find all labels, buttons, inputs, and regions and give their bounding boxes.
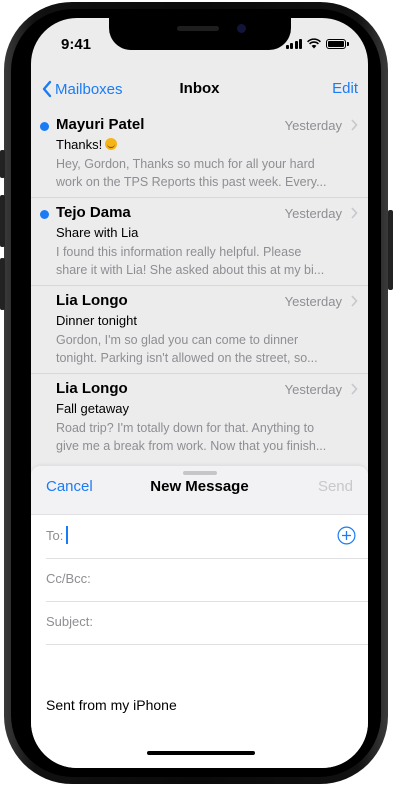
front-camera [237, 24, 246, 33]
message-preview: I found this information really helpful.… [56, 243, 361, 279]
message-preview: Gordon, I'm so glad you can come to dinn… [56, 331, 361, 367]
battery-icon [326, 39, 349, 49]
chevron-right-icon [351, 295, 358, 307]
cellular-signal-icon [285, 39, 302, 49]
message-row[interactable]: Mayuri Patel Yesterday Thanks! Hey, Gord… [31, 110, 368, 198]
to-field[interactable]: To: [46, 515, 368, 559]
message-preview-line: I found this information really helpful.… [56, 245, 302, 259]
message-sender: Tejo Dama [56, 204, 131, 221]
message-subject: Dinner tonight [56, 313, 137, 328]
message-list: Mayuri Patel Yesterday Thanks! Hey, Gord… [31, 110, 368, 461]
message-preview: Hey, Gordon, Thanks so much for all your… [56, 155, 361, 191]
chevron-right-icon [351, 383, 358, 395]
unread-dot-icon [40, 210, 49, 219]
chevron-right-icon [351, 119, 358, 131]
message-sender: Lia Longo [56, 380, 128, 397]
home-indicator[interactable] [147, 751, 255, 755]
status-icons [285, 38, 349, 49]
message-row[interactable]: Tejo Dama Yesterday Share with Lia I fou… [31, 198, 368, 286]
cc-bcc-field[interactable]: Cc/Bcc: [46, 558, 368, 602]
speaker-grille [177, 26, 219, 31]
smiley-emoji-icon [105, 138, 118, 150]
message-preview-line: Road trip? I'm totally down for that. An… [56, 421, 315, 435]
status-time: 9:41 [61, 36, 92, 53]
message-preview-line: Gordon, I'm so glad you can come to dinn… [56, 333, 299, 347]
message-preview-line: Hey, Gordon, Thanks so much for all your… [56, 157, 315, 171]
message-preview-line: give me a break from work. Now that you … [56, 439, 327, 453]
message-subject-text: Thanks! [56, 137, 103, 152]
sheet-grabber-handle[interactable] [183, 471, 217, 475]
send-button[interactable]: Send [318, 478, 353, 495]
power-button [388, 210, 393, 290]
message-preview-line: share it with Lia! She asked about this … [56, 263, 325, 277]
subject-field[interactable]: Subject: [46, 601, 368, 645]
volume-down-button [0, 258, 5, 310]
compose-header: Cancel New Message Send [31, 466, 368, 515]
wifi-icon [307, 38, 321, 49]
message-preview-line: tonight. Parking isn't allowed on the st… [56, 351, 318, 365]
compose-sheet: Cancel New Message Send To: Cc/Bcc: Subj… [31, 466, 368, 768]
message-row[interactable]: Lia Longo Yesterday Dinner tonight Gordo… [31, 286, 368, 374]
message-subject: Share with Lia [56, 225, 139, 240]
add-contact-icon[interactable] [337, 526, 356, 545]
message-preview-line: work on the TPS Reports this past week. … [56, 175, 327, 189]
side-button [0, 150, 5, 178]
message-subject: Thanks! [56, 137, 118, 152]
email-signature[interactable]: Sent from my iPhone [46, 697, 177, 713]
chevron-right-icon [351, 207, 358, 219]
unread-dot-icon [40, 122, 49, 131]
message-sender: Lia Longo [56, 292, 128, 309]
message-row[interactable]: Lia Longo Yesterday Fall getaway Road tr… [31, 374, 368, 461]
screen: 9:41 Mailboxes Inbox Edit Mayuri Patel Y… [31, 18, 368, 768]
message-sender: Mayuri Patel [56, 116, 145, 133]
notch [109, 18, 291, 50]
volume-up-button [0, 195, 5, 247]
message-preview: Road trip? I'm totally down for that. An… [56, 419, 361, 455]
to-label: To: [46, 528, 64, 543]
subject-label: Subject: [46, 614, 93, 629]
page-title: Inbox [179, 80, 220, 97]
message-date: Yesterday [284, 206, 342, 221]
message-date: Yesterday [284, 382, 342, 397]
text-cursor [66, 526, 68, 544]
cc-bcc-label: Cc/Bcc: [46, 571, 91, 586]
edit-button[interactable]: Edit [332, 80, 358, 97]
inbox-nav-bar: Mailboxes Inbox Edit [31, 74, 368, 110]
message-subject: Fall getaway [56, 401, 129, 416]
message-date: Yesterday [284, 294, 342, 309]
message-date: Yesterday [284, 118, 342, 133]
